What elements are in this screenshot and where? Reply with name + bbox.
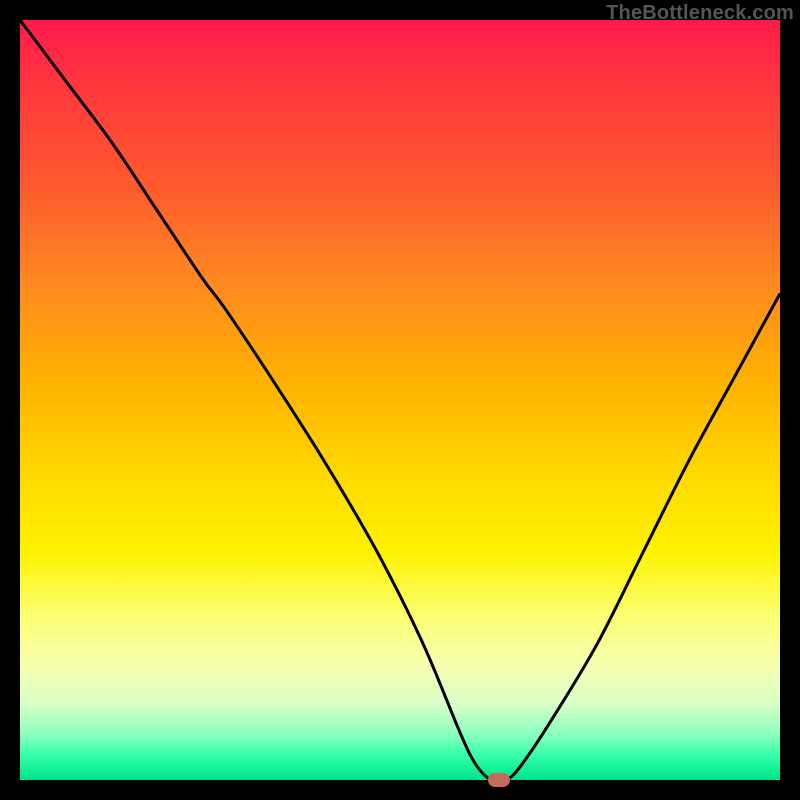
plot-area [20,20,780,780]
chart-container: TheBottleneck.com [0,0,800,800]
bottleneck-marker [488,773,510,787]
bottleneck-curve [20,20,780,782]
curve-svg [20,20,780,780]
